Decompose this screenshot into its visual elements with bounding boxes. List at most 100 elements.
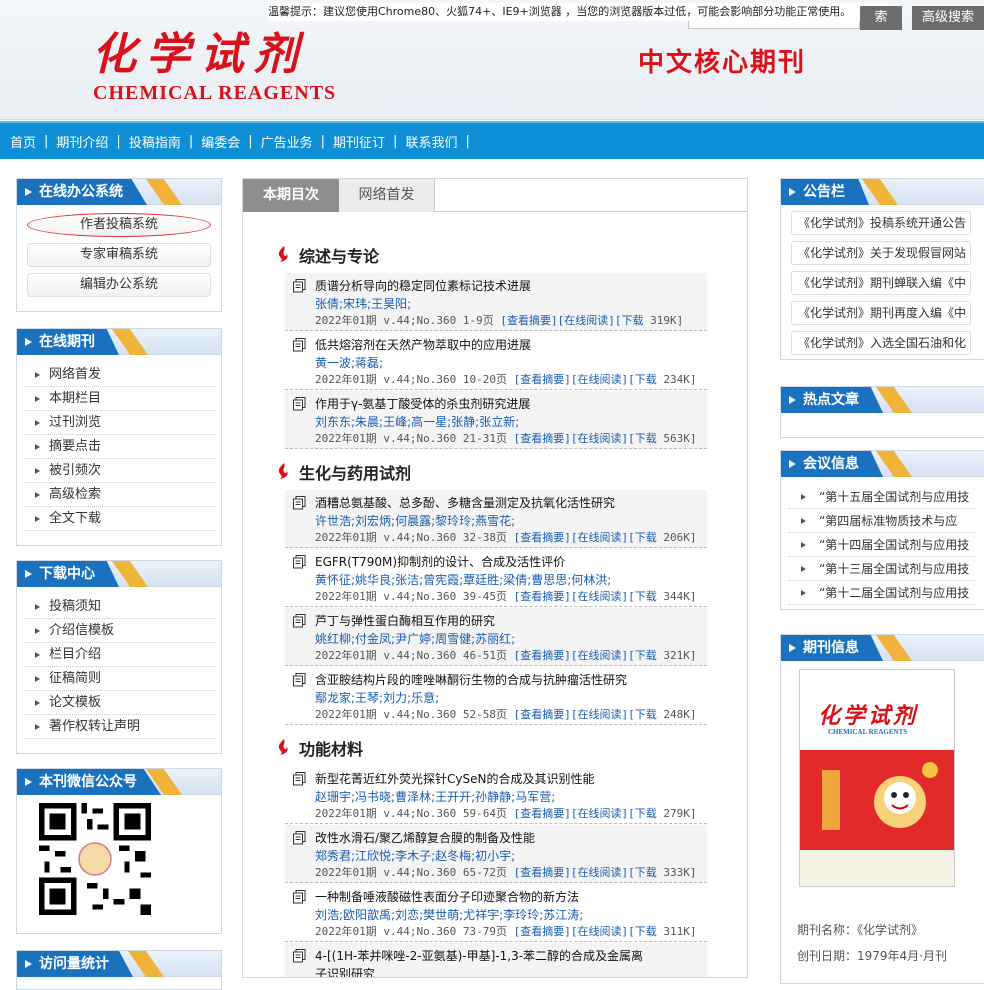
view-abstract-link[interactable]: [查看摘要] xyxy=(514,432,571,445)
read-online-link[interactable]: [在线阅读] xyxy=(558,314,615,327)
nav-home[interactable]: 首页 xyxy=(10,132,36,151)
read-online-link[interactable]: [在线阅读] xyxy=(571,807,628,820)
author-submission-button[interactable]: 作者投稿系统 xyxy=(27,213,211,237)
list-item[interactable]: 论文模板 xyxy=(25,691,215,715)
view-abstract-link[interactable]: [查看摘要] xyxy=(514,649,571,662)
article-title[interactable]: 作用于γ-氨基丁酸受体的杀虫剂研究进展 xyxy=(315,395,705,412)
download-link[interactable]: [下载 xyxy=(628,531,657,544)
download-link[interactable]: [下载 xyxy=(628,925,657,938)
journal-cover-image[interactable]: 化学试剂 CHEMICAL REAGENTS xyxy=(799,669,955,887)
article-authors[interactable]: 黄怀征;姚华良;张洁;曾宪霞;覃廷胜;梁倩;曹思思;何林洪; xyxy=(315,571,705,588)
view-abstract-link[interactable]: [查看摘要] xyxy=(514,807,571,820)
list-item[interactable]: 栏目介绍 xyxy=(25,643,215,667)
nav-separator: | xyxy=(320,133,326,149)
list-item[interactable]: “第十四届全国试剂与应用技 xyxy=(789,533,975,557)
read-online-link[interactable]: [在线阅读] xyxy=(571,708,628,721)
article-title[interactable]: EGFR(T790M)抑制剂的设计、合成及活性评价 xyxy=(315,553,705,570)
read-online-link[interactable]: [在线阅读] xyxy=(571,590,628,603)
announcement-item[interactable]: 《化学试剂》投稿系统开通公告 xyxy=(791,211,971,235)
nav-contact[interactable]: 联系我们 xyxy=(405,132,457,151)
download-link[interactable]: [下载 xyxy=(628,866,657,879)
article-title[interactable]: 酒糟总氨基酸、总多酚、多糖含量测定及抗氧化活性研究 xyxy=(315,494,705,511)
view-abstract-link[interactable]: [查看摘要] xyxy=(514,708,571,721)
nav-ads[interactable]: 广告业务 xyxy=(261,132,313,151)
nav-subscribe[interactable]: 期刊征订 xyxy=(333,132,385,151)
list-item[interactable]: 著作权转让声明 xyxy=(25,715,215,739)
download-link[interactable]: [下载 xyxy=(628,708,657,721)
triangle-bullet-icon xyxy=(35,420,40,426)
article-title[interactable]: 质谱分析导向的稳定同位素标记技术进展 xyxy=(315,277,705,294)
view-abstract-link[interactable]: [查看摘要] xyxy=(500,314,557,327)
list-item[interactable]: 本期栏目 xyxy=(25,387,215,411)
list-item[interactable]: 网络首发 xyxy=(25,363,215,387)
article-title[interactable]: 芦丁与弹性蛋白酶相互作用的研究 xyxy=(315,612,705,629)
read-online-link[interactable]: [在线阅读] xyxy=(571,925,628,938)
search-button[interactable]: 索 xyxy=(860,6,902,30)
download-link[interactable]: [下载 xyxy=(628,373,657,386)
list-item[interactable]: “第四届标准物质技术与应 xyxy=(789,509,975,533)
announcement-item[interactable]: 《化学试剂》关于发现假冒网站 xyxy=(791,241,971,265)
download-link[interactable]: [下载 xyxy=(628,432,657,445)
view-abstract-link[interactable]: [查看摘要] xyxy=(514,925,571,938)
article-authors[interactable]: 赵珊宇;冯书晓;曹泽林;王开开;孙静静;马军营; xyxy=(315,788,705,805)
list-item[interactable]: 过刊浏览 xyxy=(25,411,215,435)
read-online-link[interactable]: [在线阅读] xyxy=(571,531,628,544)
article-authors[interactable]: 许世浩;刘宏炳;何晨露;黎玲玲;燕雪花; xyxy=(315,512,705,529)
article-title-continued[interactable]: 子识别研究 xyxy=(315,965,705,977)
article-authors[interactable]: 黄一波;蒋磊; xyxy=(315,354,705,371)
list-item[interactable]: “第十五届全国试剂与应用技 xyxy=(789,485,975,509)
journal-link-list: 网络首发 本期栏目 过刊浏览 摘要点击 被引频次 高级检索 全文下载 xyxy=(25,363,215,531)
expert-review-button[interactable]: 专家审稿系统 xyxy=(27,243,211,267)
arrow-icon xyxy=(25,570,32,578)
triangle-bullet-icon xyxy=(35,724,40,730)
read-online-link[interactable]: [在线阅读] xyxy=(571,373,628,386)
view-abstract-link[interactable]: [查看摘要] xyxy=(514,866,571,879)
list-item[interactable]: 介绍信模板 xyxy=(25,619,215,643)
article-authors[interactable]: 姚红柳;付金凤;尹广婷;周雪健;苏丽红; xyxy=(315,630,705,647)
article-authors[interactable]: 鄢龙家;王琴;刘力;乐意; xyxy=(315,689,705,706)
triangle-bullet-icon xyxy=(35,468,40,474)
download-link[interactable]: [下载 xyxy=(615,314,644,327)
list-item[interactable]: “第十三届全国试剂与应用技 xyxy=(789,557,975,581)
list-item[interactable]: 摘要点击 xyxy=(25,435,215,459)
list-item[interactable]: “第十二届全国试剂与应用技 xyxy=(789,581,975,605)
article-title[interactable]: 新型花菁近红外荧光探针CySeN的合成及其识别性能 xyxy=(315,770,705,787)
list-item[interactable]: 高级检索 xyxy=(25,483,215,507)
list-item[interactable]: 征稿简则 xyxy=(25,667,215,691)
view-abstract-link[interactable]: [查看摘要] xyxy=(514,590,571,603)
nav-guide[interactable]: 投稿指南 xyxy=(129,132,181,151)
announcement-item[interactable]: 《化学试剂》期刊蝉联入编《中 xyxy=(791,271,971,295)
tab-online-first[interactable]: 网络首发 xyxy=(339,179,435,212)
editor-office-button[interactable]: 编辑办公系统 xyxy=(27,273,211,297)
article-authors[interactable]: 刘浩;欧阳歆禹;刘恋;樊世萌;尤祥宇;李玲玲;苏江涛; xyxy=(315,906,705,923)
article-title[interactable]: 一种制备唾液酸磁性表面分子印迹聚合物的新方法 xyxy=(315,888,705,905)
tab-current-issue[interactable]: 本期目次 xyxy=(243,179,339,212)
download-link[interactable]: [下载 xyxy=(628,807,657,820)
article-authors[interactable]: 张倩;宋玮;王昊阳; xyxy=(315,295,705,312)
announcement-item[interactable]: 《化学试剂》期刊再度入编《中 xyxy=(791,301,971,325)
read-online-link[interactable]: [在线阅读] xyxy=(571,866,628,879)
article-title[interactable]: 含亚胺结构片段的喹唑啉酮衍生物的合成与抗肿瘤活性研究 xyxy=(315,671,705,688)
article-title[interactable]: 4-[(1H-苯并咪唑-2-亚氨基)-甲基]-1,3-苯二醇的合成及金属离 xyxy=(315,947,705,964)
advanced-search-button[interactable]: 高级搜索 xyxy=(912,6,984,30)
nav-board[interactable]: 编委会 xyxy=(201,132,240,151)
download-link[interactable]: [下载 xyxy=(628,590,657,603)
article-title[interactable]: 低共熔溶剂在天然产物萃取中的应用进展 xyxy=(315,336,705,353)
header-stripe xyxy=(145,179,183,205)
view-abstract-link[interactable]: [查看摘要] xyxy=(514,531,571,544)
article-authors[interactable]: 刘东东;朱晨;王峰;高一星;张静;张立新; xyxy=(315,413,705,430)
list-item[interactable]: 全文下载 xyxy=(25,507,215,531)
article-authors[interactable]: 郑秀君;江欣悦;李木子;赵冬梅;初小宇; xyxy=(315,847,705,864)
list-item[interactable]: 投稿须知 xyxy=(25,595,215,619)
nav-intro[interactable]: 期刊介绍 xyxy=(56,132,108,151)
list-item[interactable]: 被引频次 xyxy=(25,459,215,483)
view-abstract-link[interactable]: [查看摘要] xyxy=(514,373,571,386)
announcement-item[interactable]: 《化学试剂》入选全国石油和化 xyxy=(791,331,971,355)
article-title[interactable]: 改性水滑石/聚乙烯醇复合膜的制备及性能 xyxy=(315,829,705,846)
article-info: 2022年01期 v.44;No.360 32-38页 [查看摘要][在线阅读]… xyxy=(315,531,697,544)
read-online-link[interactable]: [在线阅读] xyxy=(571,432,628,445)
nav-separator: | xyxy=(248,133,253,149)
download-link[interactable]: [下载 xyxy=(628,649,657,662)
office-system-panel: 在线办公系统 作者投稿系统 专家审稿系统 编辑办公系统 xyxy=(16,178,222,312)
read-online-link[interactable]: [在线阅读] xyxy=(571,649,628,662)
